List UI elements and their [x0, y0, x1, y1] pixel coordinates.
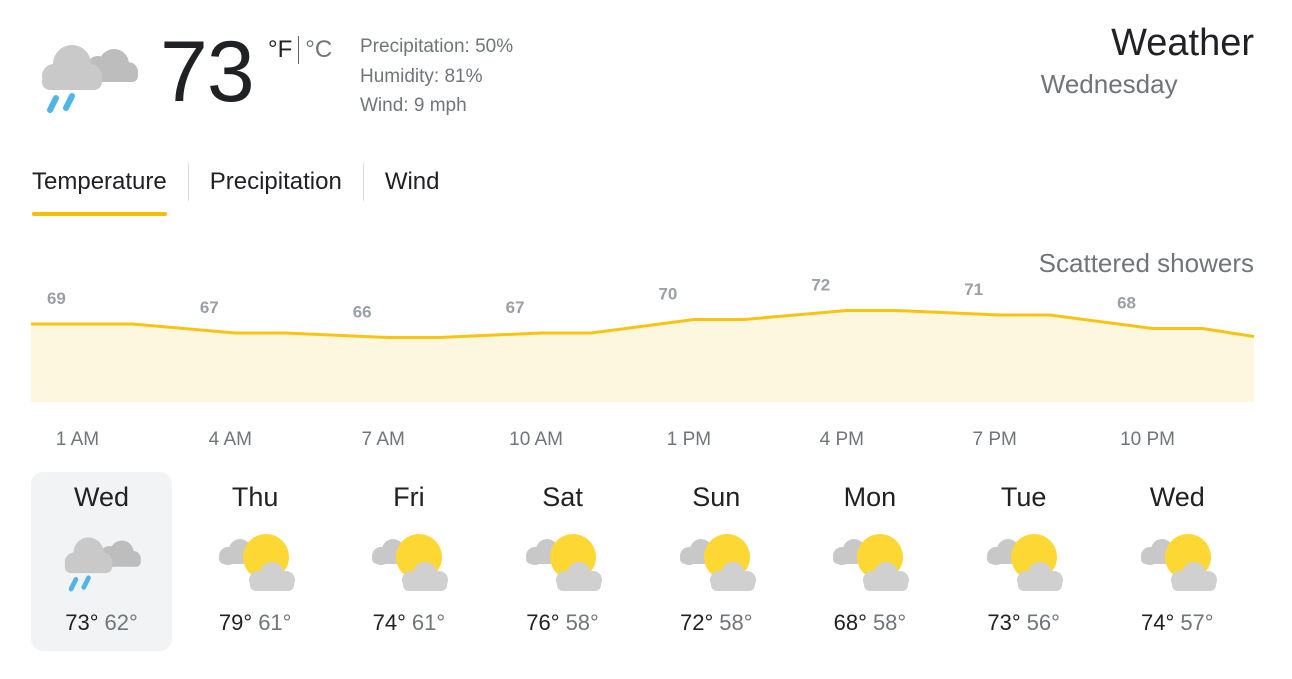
tab-divider — [187, 163, 189, 201]
forecast-low: 62° — [104, 610, 138, 635]
current-day: Wednesday — [1040, 69, 1178, 99]
temperature-value-label: 72 — [811, 276, 830, 295]
daily-forecast: Wed 73° 62° Thu 79° 61° Fri 74° 61° Sat 76° 58° Sun 7… — [31, 472, 1261, 651]
hour-tick-label: 1 PM — [667, 429, 711, 450]
humidity-text: Humidity: 81% — [360, 65, 483, 87]
forecast-high: 68° — [833, 610, 867, 635]
current-temperature: 73 — [160, 24, 255, 120]
partly-cloudy-icon — [675, 530, 759, 594]
forecast-high: 79° — [218, 610, 253, 635]
temperature-value-label: 69 — [47, 289, 66, 308]
forecast-temps: 74° 57° — [1107, 610, 1248, 636]
temperature-value-label: 71 — [964, 280, 983, 299]
forecast-day-label: Mon — [843, 482, 897, 512]
forecast-temps: 79° 61° — [185, 610, 326, 636]
forecast-temps: 76° 58° — [492, 610, 633, 636]
forecast-day-card[interactable]: Sun 72° 58° — [646, 472, 787, 651]
forecast-day-label: Wed — [73, 482, 130, 512]
forecast-low: 61° — [258, 610, 292, 635]
forecast-high: 73° — [65, 610, 99, 635]
unit-toggle: °F °C — [268, 36, 332, 64]
temperature-value-label: 67 — [200, 298, 219, 317]
forecast-day-label: Sun — [692, 482, 741, 512]
chart-tabs: Temperature Precipitation Wind — [32, 160, 440, 216]
temperature-chart: 69 1 AM 67 4 AM 66 7 AM 67 10 AM 70 1 PM 72 4 PM 71 7… — [31, 276, 1255, 450]
partly-cloudy-icon — [1136, 530, 1220, 594]
forecast-temps: 72° 58° — [646, 610, 787, 636]
weather-header: Weather Wednesday Scattered showers — [1039, 20, 1254, 282]
current-details: Precipitation: 50% Humidity: 81% Wind: 9… — [360, 32, 513, 121]
precipitation-text: Precipitation: 50% — [360, 36, 514, 57]
hour-tick-label: 4 AM — [209, 429, 252, 450]
tab-divider — [362, 163, 364, 201]
forecast-high: 76° — [526, 610, 560, 635]
hour-tick-label: 10 AM — [509, 429, 563, 450]
temperature-value-label: 68 — [1117, 294, 1136, 313]
unit-fahrenheit[interactable]: °F — [268, 36, 292, 64]
forecast-temps: 68° 58° — [799, 610, 940, 636]
hour-tick-label: 10 PM — [1120, 429, 1175, 450]
forecast-day-label: Thu — [231, 482, 279, 512]
hour-tick-label: 7 PM — [973, 429, 1017, 450]
forecast-high: 74° — [1141, 610, 1175, 635]
hour-tick-label: 1 AM — [56, 429, 99, 450]
page-title: Weather — [1111, 22, 1254, 64]
forecast-day-card[interactable]: Mon 68° 58° — [799, 472, 940, 651]
forecast-high: 72° — [679, 610, 714, 635]
forecast-day-card[interactable]: Wed 74° 57° — [1107, 472, 1248, 651]
forecast-low: 61° — [411, 610, 446, 635]
forecast-low: 58° — [719, 610, 753, 635]
hour-tick-label: 7 AM — [362, 429, 405, 450]
forecast-low: 58° — [565, 610, 599, 635]
forecast-day-card[interactable]: Thu 79° 61° — [185, 472, 326, 651]
forecast-temps: 73° 62° — [31, 610, 172, 636]
partly-cloudy-icon — [521, 530, 605, 594]
forecast-low: 58° — [872, 610, 907, 635]
forecast-day-label: Fri — [393, 482, 425, 512]
partly-cloudy-icon — [828, 530, 912, 594]
forecast-temps: 74° 61° — [338, 610, 479, 636]
temperature-value-label: 70 — [658, 285, 677, 304]
wind-text: Wind: 9 mph — [360, 95, 467, 116]
unit-divider — [298, 36, 300, 64]
rain-cloud-icon — [60, 530, 144, 594]
forecast-low: 56° — [1026, 610, 1060, 635]
partly-cloudy-icon — [982, 530, 1066, 594]
tab-wind[interactable]: Wind — [385, 160, 440, 204]
forecast-day-card[interactable]: Wed 73° 62° — [31, 472, 172, 651]
forecast-low: 57° — [1180, 610, 1214, 635]
temperature-area-fill — [31, 310, 1254, 402]
unit-celsius[interactable]: °C — [305, 36, 332, 64]
tab-temperature[interactable]: Temperature — [32, 160, 167, 216]
forecast-day-card[interactable]: Fri 74° 61° — [338, 472, 479, 651]
forecast-high: 74° — [372, 610, 406, 635]
temperature-value-label: 66 — [353, 303, 372, 322]
hour-tick-label: 4 PM — [820, 429, 864, 450]
tab-precipitation[interactable]: Precipitation — [210, 160, 342, 204]
forecast-day-label: Wed — [1149, 482, 1205, 512]
forecast-day-card[interactable]: Tue 73° 56° — [953, 472, 1094, 651]
partly-cloudy-icon — [367, 530, 451, 594]
partly-cloudy-icon — [214, 530, 298, 594]
temperature-value-label: 67 — [506, 298, 525, 317]
forecast-high: 73° — [987, 610, 1021, 635]
forecast-day-label: Sat — [542, 482, 583, 512]
forecast-day-label: Tue — [1000, 482, 1047, 512]
rain-cloud-icon — [36, 36, 142, 116]
forecast-day-card[interactable]: Sat 76° 58° — [492, 472, 633, 651]
forecast-temps: 73° 56° — [953, 610, 1094, 636]
